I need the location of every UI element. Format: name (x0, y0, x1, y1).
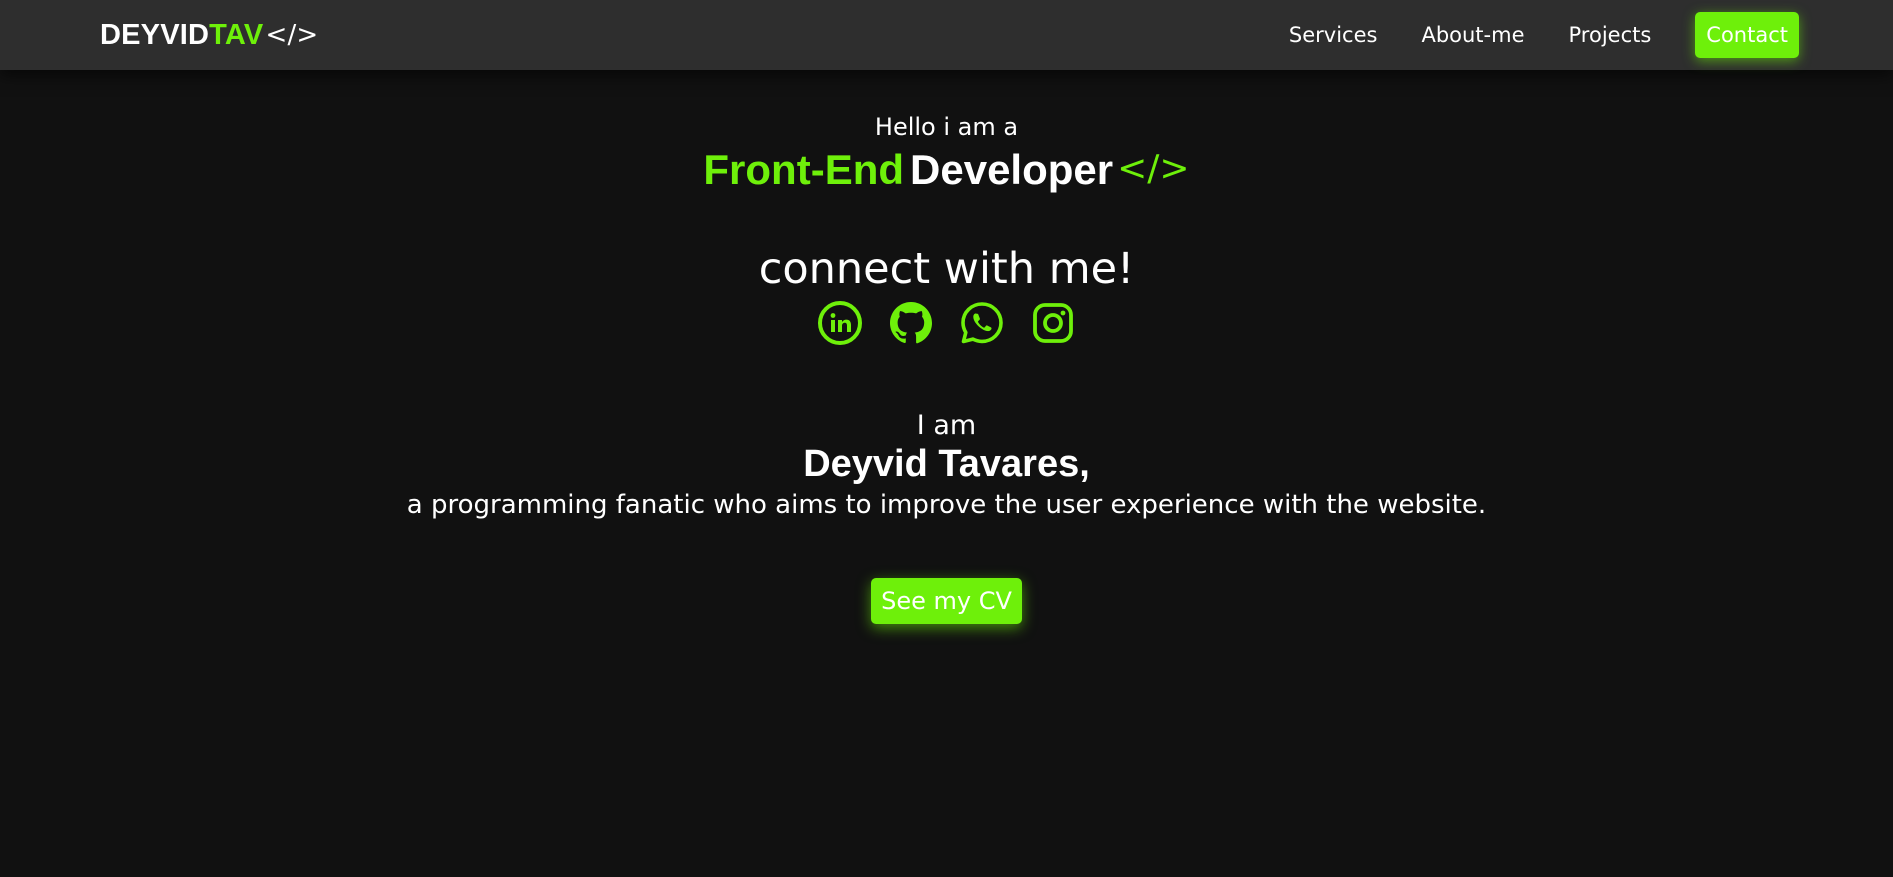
code-tag-icon: </> (265, 20, 319, 50)
cv-button-wrap: See my CV (0, 578, 1893, 624)
nav-link-about-me[interactable]: About-me (1421, 23, 1524, 47)
whatsapp-icon[interactable] (959, 300, 1005, 346)
contact-button[interactable]: Contact (1695, 12, 1799, 58)
role-rest: Developer (910, 146, 1114, 193)
logo-text-accent: TAV (209, 18, 264, 51)
nav-links: Services About-me Projects Contact (1289, 12, 1799, 58)
connect-title: connect with me! (758, 244, 1135, 294)
code-tag-icon: </> (1117, 148, 1190, 189)
role-highlight: Front-End (703, 146, 905, 193)
logo[interactable]: DEYVID TAV </> (100, 17, 318, 53)
role-title: Front-End Developer </> (0, 146, 1893, 194)
navbar: DEYVID TAV </> Services About-me Projects … (0, 0, 1893, 70)
instagram-icon[interactable] (1030, 300, 1076, 346)
see-cv-button[interactable]: See my CV (871, 578, 1022, 624)
nav-link-projects[interactable]: Projects (1569, 23, 1652, 47)
github-icon[interactable] (888, 300, 934, 346)
linkedin-icon[interactable] (817, 300, 863, 346)
logo-text-primary: DEYVID (100, 18, 210, 51)
nav-link-services[interactable]: Services (1289, 23, 1378, 47)
description: a programming fanatic who aims to improv… (406, 490, 1487, 520)
person-name: Deyvid Tavares, (803, 443, 1090, 485)
greeting: Hello i am a (874, 113, 1019, 141)
intro-label: I am (916, 410, 977, 441)
social-links (0, 300, 1893, 346)
